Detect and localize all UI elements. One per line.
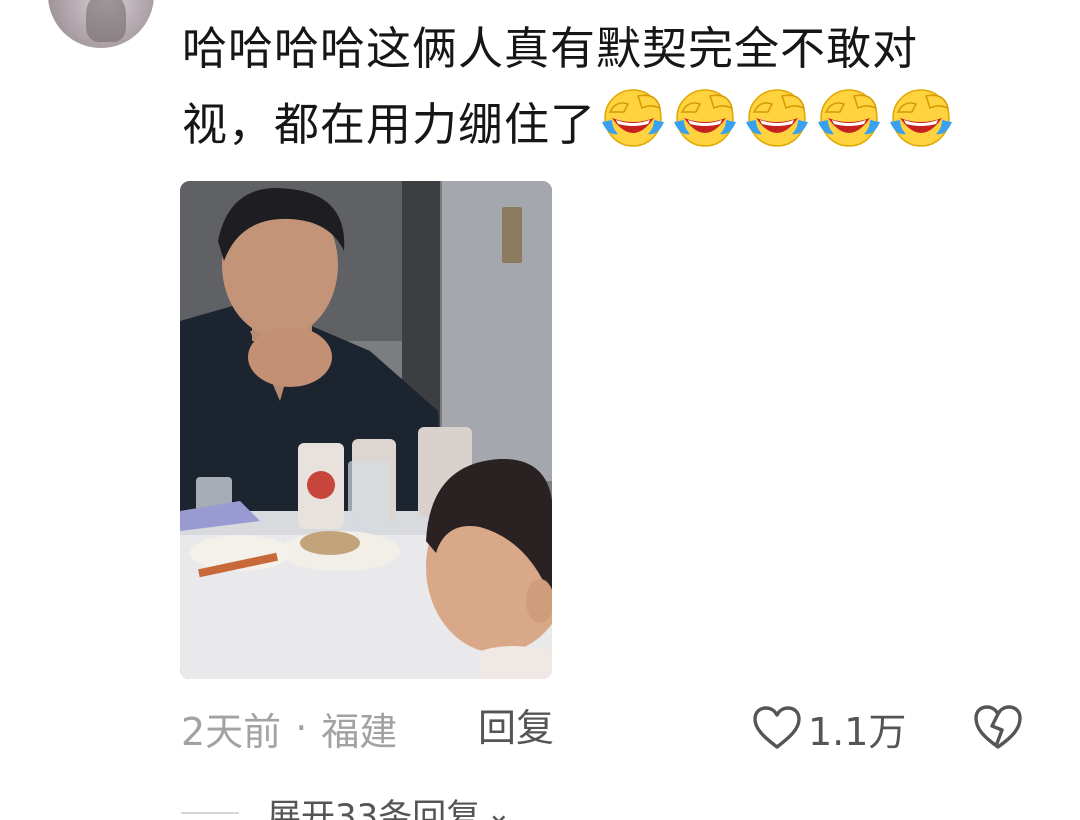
- avatar[interactable]: [48, 0, 154, 48]
- laughing-crying-emoji: [602, 89, 665, 147]
- avatar-figure: [86, 0, 126, 42]
- comment-location: 福建: [321, 709, 398, 754]
- heart-icon: [753, 706, 801, 749]
- laughing-crying-emoji: [890, 89, 953, 147]
- meta-separator: ·: [295, 706, 308, 750]
- broken-heart-icon: [974, 705, 1022, 749]
- expand-replies-button[interactable]: 展开33条回复 ⌄: [181, 788, 511, 820]
- like-count: 1.1万: [808, 709, 907, 754]
- photo-image: [180, 181, 552, 679]
- comment-meta: 2天前 · 福建: [181, 700, 397, 756]
- comment-screen: 哈哈哈哈这俩人真有默契完全不敢对 视，都在用力绷住了 2天前 · 福建 回复 1…: [0, 0, 1080, 820]
- comment-text-line2-text: 视，都在用力绷住了: [182, 98, 597, 151]
- comment-time: 2天前: [181, 709, 282, 754]
- laughing-crying-emoji: [674, 89, 737, 147]
- expand-replies-label: 展开33条回复: [267, 796, 481, 820]
- thread-divider: [181, 812, 239, 814]
- chevron-down-icon: ⌄: [486, 795, 512, 820]
- dislike-button[interactable]: [972, 702, 1024, 754]
- laughing-crying-emoji: [746, 89, 809, 147]
- comment-body: 哈哈哈哈这俩人真有默契完全不敢对 视，都在用力绷住了: [182, 16, 1042, 158]
- comment-photo[interactable]: [180, 181, 552, 679]
- like-button[interactable]: 1.1万: [752, 700, 906, 756]
- reply-button[interactable]: 回复: [478, 700, 554, 756]
- laughing-crying-emoji: [818, 89, 881, 147]
- emoji-row: [598, 82, 956, 152]
- comment-text-line1: 哈哈哈哈这俩人真有默契完全不敢对: [182, 22, 919, 75]
- comment-text-line2: 视，都在用力绷住了: [182, 82, 1042, 158]
